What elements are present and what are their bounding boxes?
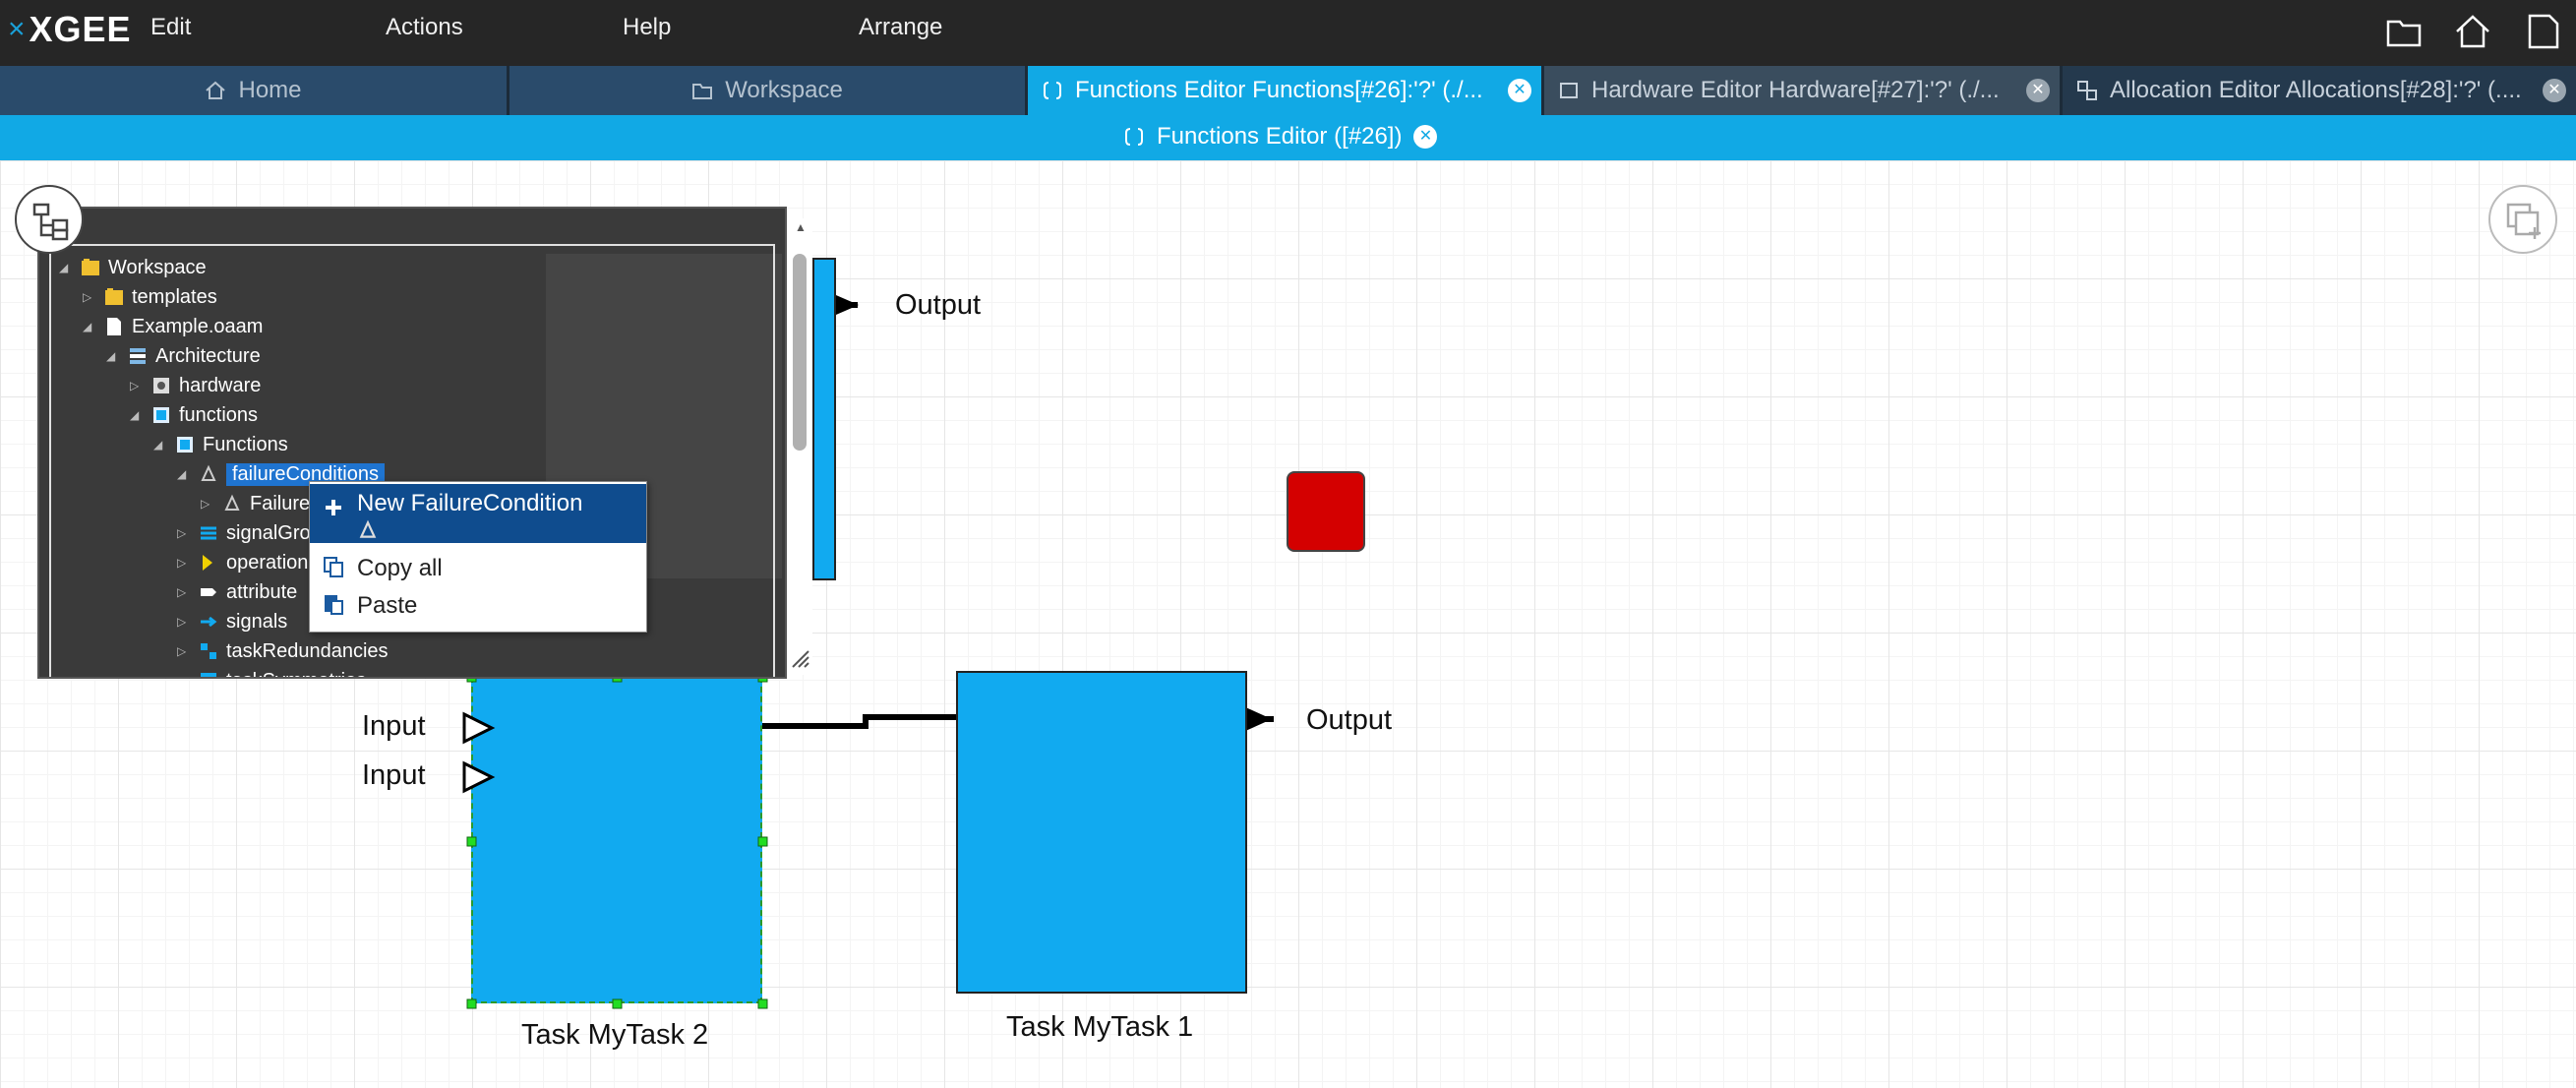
collapse-toggle-icon[interactable]: ◢ (83, 320, 96, 333)
file-icon (107, 318, 121, 335)
copy-icon (324, 557, 343, 577)
input-port-label: Input (362, 759, 426, 791)
tree-toggle-button[interactable] (15, 185, 84, 254)
collapse-toggle-icon[interactable]: ◢ (153, 438, 167, 452)
expand-toggle-icon[interactable]: ▷ (177, 526, 191, 540)
signal-groups-icon (201, 526, 216, 540)
collapse-toggle-icon[interactable]: ◢ (130, 408, 144, 422)
input-port-icon[interactable] (462, 760, 496, 794)
task-label: Task MyTask 1 (1006, 1011, 1194, 1043)
task-block-mytask1[interactable] (956, 671, 1247, 994)
tree-node-attributes[interactable]: ▷ attribute (177, 577, 297, 607)
task-symmetries-icon (201, 673, 216, 677)
folder-icon (105, 288, 123, 305)
tree-node-operations[interactable]: ▷ operation (177, 548, 308, 577)
add-element-button[interactable] (2488, 185, 2557, 254)
add-copy-icon (2506, 203, 2541, 239)
context-item-copy-all[interactable]: Copy all (310, 555, 646, 590)
tree-node-signals[interactable]: ▷ signals (177, 607, 287, 636)
context-menu: New FailureCondition Copy all Paste (309, 481, 647, 633)
tree-scrollbar[interactable]: ▲ (787, 218, 812, 675)
scrollbar-thumb[interactable] (793, 254, 807, 451)
resize-handle[interactable] (612, 998, 623, 1009)
scroll-up-icon[interactable]: ▲ (795, 220, 807, 234)
workspace-folder-icon (82, 259, 99, 275)
tree-node-taskredundancies[interactable]: ▷ taskRedundancies (177, 636, 389, 666)
collapse-toggle-icon[interactable]: ◢ (59, 261, 73, 274)
context-item-label: Copy all (357, 555, 443, 581)
context-item-new-failurecondition[interactable]: New FailureCondition (310, 484, 646, 543)
resize-handle[interactable] (757, 998, 768, 1009)
tree-node-workspace[interactable]: ◢ Workspace (59, 253, 207, 282)
tree-node-example-oaam[interactable]: ◢ Example.oaam (83, 312, 263, 341)
expand-toggle-icon[interactable]: ▷ (130, 379, 144, 393)
expand-toggle-icon[interactable]: ▷ (177, 585, 191, 599)
tree-node-tasksymmetries[interactable]: ▷ taskSymmetries (177, 666, 366, 677)
resize-grip-icon[interactable] (789, 647, 810, 669)
attributes-icon (201, 588, 216, 596)
tree-node-failure[interactable]: ▷ Failure (201, 489, 310, 518)
expand-toggle-icon[interactable]: ▷ (201, 497, 214, 511)
tree-node-templates[interactable]: ▷ templates (83, 282, 217, 312)
input-port-icon[interactable] (462, 711, 496, 745)
operations-icon (203, 555, 212, 571)
tree-node-functions-folder[interactable]: ◢ functions (130, 400, 258, 430)
tree-node-hardware[interactable]: ▷ hardware (130, 371, 261, 400)
functions-icon (153, 407, 169, 423)
resize-handle[interactable] (466, 998, 477, 1009)
tree-node-architecture[interactable]: ◢ Architecture (106, 341, 261, 371)
task-redundancies-icon (201, 643, 216, 659)
tree-node-signalgroups[interactable]: ▷ signalGro (177, 518, 311, 548)
functions-icon (177, 437, 193, 453)
plus-icon (326, 500, 341, 515)
context-item-paste[interactable]: Paste (310, 592, 646, 628)
failure-condition-icon (359, 519, 377, 538)
task-label: Task MyTask 2 (521, 1019, 709, 1051)
architecture-icon (130, 348, 146, 364)
resize-handle[interactable] (466, 836, 477, 847)
tree-view-icon (32, 203, 69, 241)
input-port-label: Input (362, 710, 426, 742)
expand-toggle-icon[interactable]: ▷ (177, 644, 191, 658)
failure-conditions-icon (201, 464, 216, 481)
collapse-toggle-icon[interactable]: ◢ (177, 467, 191, 481)
expand-toggle-icon[interactable]: ▷ (83, 290, 96, 304)
expand-toggle-icon[interactable]: ▷ (177, 674, 191, 677)
paste-icon (325, 595, 343, 615)
signals-icon (201, 616, 217, 628)
tree-node-functions[interactable]: ◢ Functions (153, 430, 288, 459)
expand-toggle-icon[interactable]: ▷ (177, 615, 191, 629)
expand-toggle-icon[interactable]: ▷ (177, 556, 191, 570)
resize-handle[interactable] (757, 836, 768, 847)
collapse-toggle-icon[interactable]: ◢ (106, 349, 120, 363)
hardware-icon (153, 378, 169, 393)
failure-condition-icon (224, 494, 240, 511)
context-item-label: Paste (357, 592, 418, 619)
context-item-label: New FailureCondition (357, 490, 583, 516)
output-port-label: Output (1306, 704, 1393, 736)
